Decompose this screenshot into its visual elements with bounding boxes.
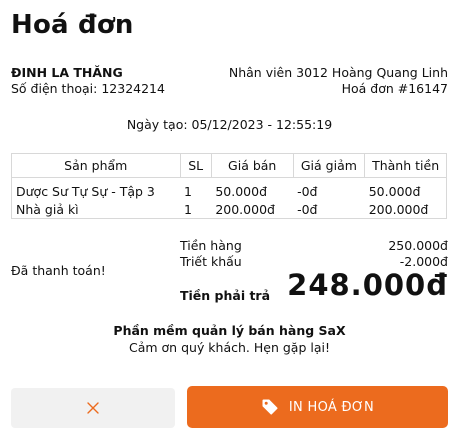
print-button-label: IN HOÁ ĐƠN [288,399,375,415]
table-row: Dược Sư Tự Sự - Tập 3 1 50.000đ -0đ 50.0… [12,178,447,201]
cell-line-total: 200.000đ [368,201,429,217]
invoice-items-table: Sản phẩm SL Giá bán Giá giảm Thành tiền … [11,153,447,219]
tag-icon [261,398,279,416]
customer-phone: Số điện thoại: 12324214 [11,81,165,96]
cell-discount: -0đ [297,201,318,217]
close-button[interactable] [11,388,175,428]
total-label: Tiền phải trả [180,288,271,303]
header-quantity: SL [179,153,212,178]
discount-label: Triết khấu [180,254,242,269]
cell-quantity: 1 [184,201,192,217]
header-discount: Giá giảm [292,153,366,178]
footer-brand: Phần mềm quản lý bán hàng SaX [113,323,346,338]
invoice-number: Hoá đơn #16147 [341,81,448,96]
print-invoice-button[interactable]: IN HOÁ ĐƠN [187,386,448,428]
table-header-row: Sản phẩm SL Giá bán Giá giảm Thành tiền [11,153,447,178]
cell-price: 200.000đ [215,201,275,217]
customer-name: ĐINH LA THĂNG [11,65,123,80]
staff-name: Nhân viên 3012 Hoàng Quang Linh [228,65,448,80]
cell-line-total: 50.000đ [368,183,421,199]
header-line-total: Thành tiền [364,153,447,178]
payment-status: Đã thanh toán! [11,263,106,278]
footer-thanks: Cảm ơn quý khách. Hẹn gặp lại! [129,340,330,355]
cell-price: 50.000đ [215,183,268,199]
cell-discount: -0đ [297,183,318,199]
cell-product: Nhà giả kì [16,201,79,217]
header-price: Giá bán [210,153,294,178]
cell-quantity: 1 [184,183,192,199]
page-title: Hoá đơn [11,10,134,40]
total-value: 248.000đ [287,268,448,302]
close-icon [87,402,99,414]
subtotal-value: 250.000đ [388,238,448,253]
header-product: Sản phẩm [11,153,181,178]
subtotal-label: Tiền hàng [180,238,242,253]
table-row: Nhà giả kì 1 200.000đ -0đ 200.000đ [12,200,447,219]
created-date: Ngày tạo: 05/12/2023 - 12:55:19 [126,117,333,132]
cell-product: Dược Sư Tự Sự - Tập 3 [16,183,155,199]
discount-value: -2.000đ [399,254,448,269]
